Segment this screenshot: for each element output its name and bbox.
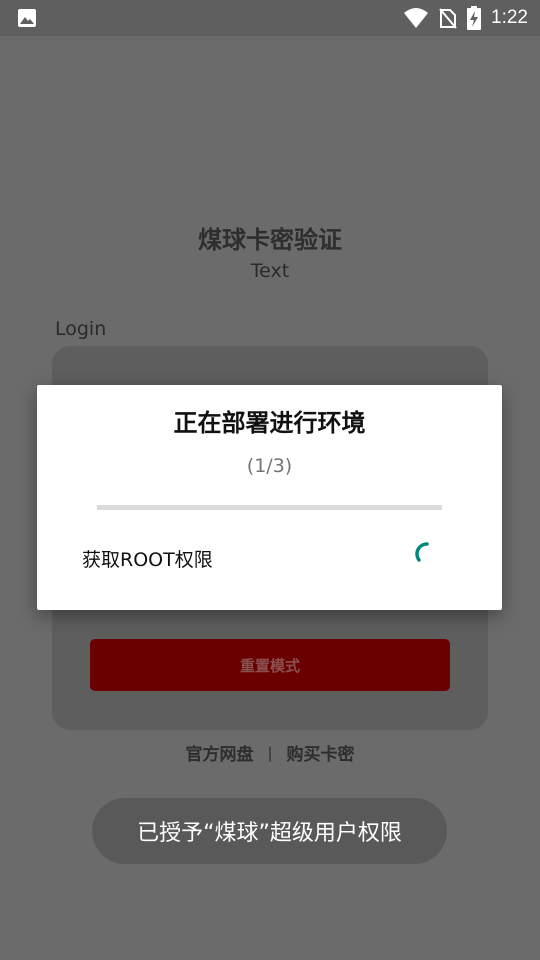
screen: 1:22 煤球卡密验证 Text Login 重置模式 官方网盘 | 购买卡密 … bbox=[0, 0, 540, 960]
status-time: 1:22 bbox=[491, 7, 528, 28]
battery-charging-icon bbox=[467, 6, 482, 30]
status-bar: 1:22 bbox=[0, 0, 540, 36]
wifi-icon bbox=[403, 7, 429, 29]
deploy-dialog: 正在部署进行环境 (1/3) 获取ROOT权限 bbox=[37, 385, 502, 610]
loading-spinner-icon bbox=[413, 540, 441, 568]
link-separator: | bbox=[267, 743, 273, 762]
progress-bar bbox=[97, 505, 442, 510]
toast-message: 已授予“煤球”超级用户权限 bbox=[92, 798, 447, 864]
reset-mode-button[interactable]: 重置模式 bbox=[90, 639, 450, 691]
app-title: 煤球卡密验证 bbox=[198, 226, 342, 254]
app-subtitle: Text bbox=[250, 260, 290, 282]
dialog-progress-count: (1/3) bbox=[246, 455, 293, 477]
buy-card-link[interactable]: 购买卡密 bbox=[287, 740, 355, 765]
official-disk-link[interactable]: 官方网盘 bbox=[185, 740, 253, 765]
image-icon bbox=[17, 8, 37, 28]
dialog-title: 正在部署进行环境 bbox=[173, 409, 366, 437]
login-label: Login bbox=[55, 318, 107, 340]
footer-links: 官方网盘 | 购买卡密 bbox=[0, 740, 540, 766]
dialog-step-label: 获取ROOT权限 bbox=[82, 549, 213, 571]
no-sim-icon bbox=[439, 7, 457, 29]
